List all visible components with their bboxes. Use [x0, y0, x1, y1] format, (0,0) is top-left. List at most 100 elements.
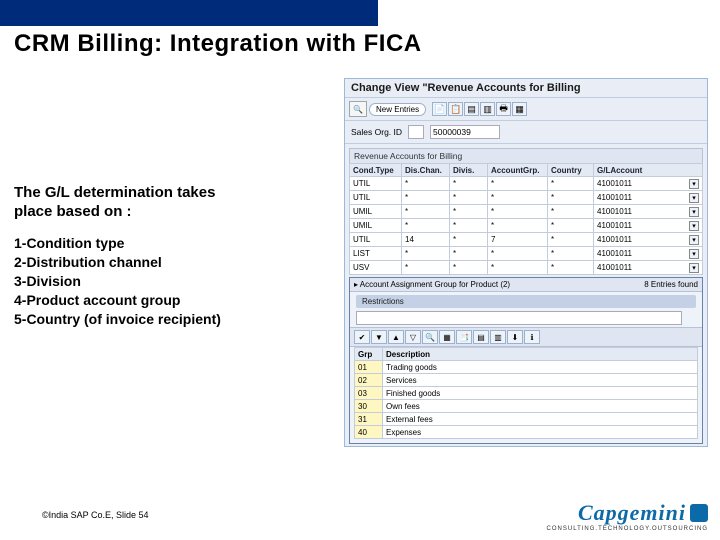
table-row[interactable]: 01Trading goods: [355, 361, 698, 374]
filter-icon[interactable]: ▼: [371, 330, 387, 344]
table-cell: *: [450, 261, 488, 275]
list-item: 1-Condition type: [14, 234, 264, 253]
table-row[interactable]: UTIL****41001011▾: [350, 191, 703, 205]
table-row[interactable]: 02Services: [355, 374, 698, 387]
table-cell: USV: [350, 261, 402, 275]
table-cell: *: [450, 247, 488, 261]
desc-cell: External fees: [383, 413, 698, 426]
slide-title: CRM Billing: Integration with FICA: [14, 30, 422, 58]
slide-subhead: The G/L determination takes place based …: [14, 184, 244, 222]
table-cell: UTIL: [350, 191, 402, 205]
criteria-list: 1-Condition type 2-Distribution channel …: [14, 234, 264, 328]
list-item: 5-Country (of invoice recipient): [14, 310, 264, 329]
info-icon[interactable]: ℹ: [524, 330, 540, 344]
col-divis: Divis.: [450, 164, 488, 177]
desc-cell: Own fees: [383, 400, 698, 413]
col-gl-account: G/LAccount: [594, 164, 703, 177]
toolbar: 🔍 New Entries 📄 📋 ▤ ▥ 🖶 ▦: [345, 98, 707, 121]
col-account-grp: AccountGrp.: [488, 164, 548, 177]
find-icon[interactable]: 🔍: [422, 330, 438, 344]
toolbar-icons: 📄 📋 ▤ ▥ 🖶 ▦: [432, 102, 527, 116]
table-cell: LIST: [350, 247, 402, 261]
desc-cell: Services: [383, 374, 698, 387]
table-row[interactable]: LIST****41001011▾: [350, 247, 703, 261]
table-cell: UTIL: [350, 177, 402, 191]
table-cell: 7: [488, 233, 548, 247]
sheet-icon[interactable]: ▦: [512, 102, 527, 116]
table-row[interactable]: UMIL****41001011▾: [350, 205, 703, 219]
table-cell: *: [548, 205, 594, 219]
value-help-icon[interactable]: ▾: [689, 235, 699, 245]
table-cell: *: [402, 247, 450, 261]
table-cell: *: [548, 233, 594, 247]
table-cell: 41001011▾: [594, 219, 703, 233]
value-help-icon[interactable]: ▾: [689, 207, 699, 217]
table-cell: *: [488, 177, 548, 191]
sales-org-prefix-input[interactable]: [408, 125, 424, 139]
popup-header: ▸ Account Assignment Group for Product (…: [350, 278, 702, 292]
window-title: Change View "Revenue Accounts for Billin…: [345, 79, 707, 98]
grp-cell: 02: [355, 374, 383, 387]
table-row[interactable]: USV****41001011▾: [350, 261, 703, 275]
table-cell: *: [488, 219, 548, 233]
table-cell: 41001011▾: [594, 205, 703, 219]
expand-icon[interactable]: 🔍: [349, 101, 367, 117]
grp-cell: 40: [355, 426, 383, 439]
table-cell: *: [548, 219, 594, 233]
copy-icon[interactable]: 📄: [432, 102, 447, 116]
layout-icon[interactable]: ▥: [490, 330, 506, 344]
grp-cell: 31: [355, 413, 383, 426]
table-row[interactable]: 31External fees: [355, 413, 698, 426]
deselect-icon[interactable]: ▥: [480, 102, 495, 116]
columns-icon[interactable]: ▦: [439, 330, 455, 344]
value-help-icon[interactable]: ▾: [689, 249, 699, 259]
sales-org-input[interactable]: [430, 125, 500, 139]
value-help-icon[interactable]: ▾: [689, 193, 699, 203]
logo-tagline: CONSULTING.TECHNOLOGY.OUTSOURCING: [547, 526, 708, 532]
table-row[interactable]: 40Expenses: [355, 426, 698, 439]
table-row[interactable]: 30Own fees: [355, 400, 698, 413]
table-cell: *: [488, 261, 548, 275]
popup-title: ▸ Account Assignment Group for Product (…: [354, 280, 510, 289]
list-item: 2-Distribution channel: [14, 253, 264, 272]
sales-org-label: Sales Org. ID: [351, 127, 402, 137]
sap-window: Change View "Revenue Accounts for Billin…: [344, 78, 708, 447]
value-help-icon[interactable]: ▾: [689, 179, 699, 189]
revenue-accounts-table: Cond.Type Dis.Chan. Divis. AccountGrp. C…: [349, 163, 703, 275]
table-row[interactable]: UTIL****41001011▾: [350, 177, 703, 191]
table-cell: *: [450, 219, 488, 233]
sort-desc-icon[interactable]: ▽: [405, 330, 421, 344]
col-cond-type: Cond.Type: [350, 164, 402, 177]
table-cell: *: [402, 177, 450, 191]
select-all-icon[interactable]: ▤: [464, 102, 479, 116]
print-icon[interactable]: 🖶: [496, 102, 511, 116]
table-cell: *: [450, 205, 488, 219]
table-cell: 41001011▾: [594, 261, 703, 275]
slide-footer: ©India SAP Co.E, Slide 54: [42, 510, 149, 520]
logo-brand: Capgemini: [578, 500, 686, 525]
main-table-title: Revenue Accounts for Billing: [349, 148, 703, 163]
table-row[interactable]: UMIL****41001011▾: [350, 219, 703, 233]
table-cell: UMIL: [350, 205, 402, 219]
clipboard-icon[interactable]: 📋: [448, 102, 463, 116]
sheet2-icon[interactable]: ▤: [473, 330, 489, 344]
value-help-icon[interactable]: ▾: [689, 221, 699, 231]
personal-list-icon[interactable]: 📑: [456, 330, 472, 344]
list-item: 3-Division: [14, 272, 264, 291]
restriction-input[interactable]: [356, 311, 682, 325]
table-row[interactable]: 03Finished goods: [355, 387, 698, 400]
desc-cell: Expenses: [383, 426, 698, 439]
value-help-icon[interactable]: ▾: [689, 263, 699, 273]
check-icon[interactable]: ✔: [354, 330, 370, 344]
sort-asc-icon[interactable]: ▲: [388, 330, 404, 344]
table-row[interactable]: UTIL14*7*41001011▾: [350, 233, 703, 247]
table-cell: *: [402, 219, 450, 233]
table-cell: *: [488, 205, 548, 219]
table-cell: 41001011▾: [594, 233, 703, 247]
table-header-row: Cond.Type Dis.Chan. Divis. AccountGrp. C…: [350, 164, 703, 177]
download-icon[interactable]: ⬇: [507, 330, 523, 344]
new-entries-button[interactable]: New Entries: [369, 103, 426, 116]
grp-cell: 03: [355, 387, 383, 400]
table-cell: *: [548, 191, 594, 205]
list-item: 4-Product account group: [14, 291, 264, 310]
